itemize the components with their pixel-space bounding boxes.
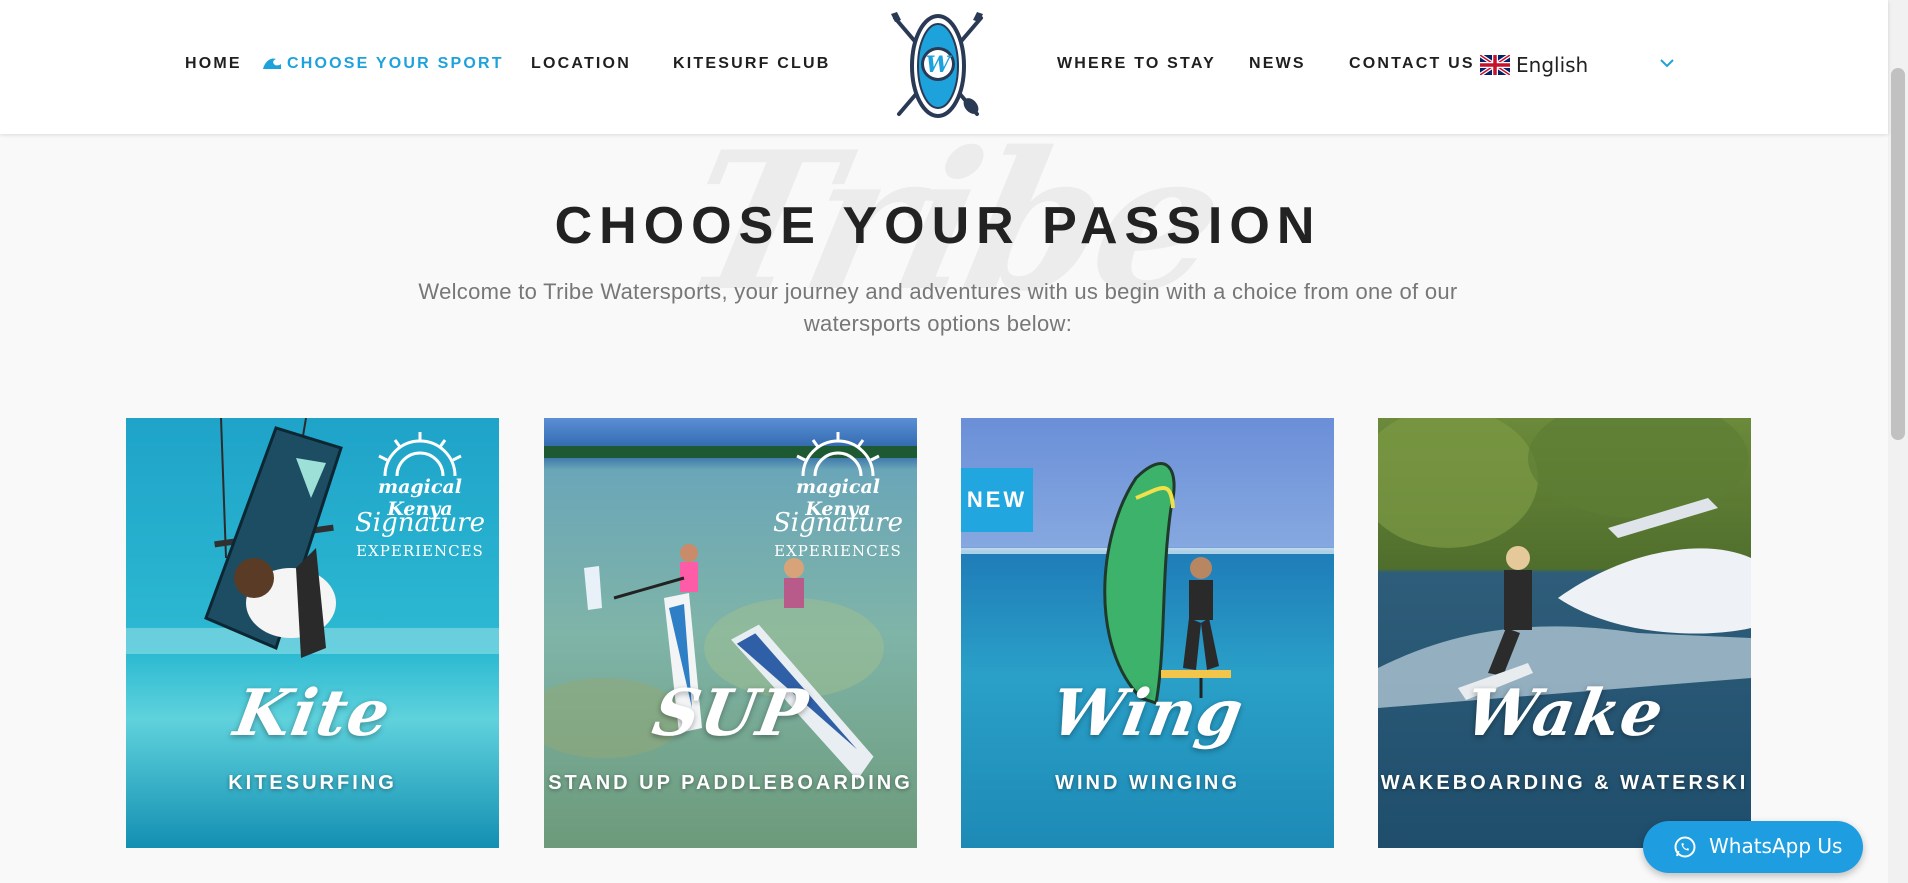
svg-text:W: W — [926, 52, 953, 78]
page-title: CHOOSE YOUR PASSION — [554, 197, 1322, 255]
uk-flag-icon — [1480, 55, 1510, 75]
magical-kenya-logo: magical Kenya Signature EXPERIENCES — [355, 426, 485, 566]
nav-contact-us[interactable]: CONTACT US — [1349, 55, 1475, 73]
card-script-title: Wake — [1459, 676, 1670, 751]
card-script-title: SUP — [647, 676, 814, 751]
whatsapp-label: WhatsApp Us — [1709, 834, 1843, 858]
sport-card-sup[interactable]: magical Kenya Signature EXPERIENCES SUP … — [544, 418, 917, 848]
nav-choose-your-sport[interactable]: CHOOSE YOUR SPORT — [287, 55, 504, 73]
sport-card-wing[interactable]: NEW Wing WIND WINGING — [961, 418, 1334, 848]
sun-icon — [796, 432, 880, 477]
language-selector[interactable]: English — [1480, 52, 1680, 78]
chevron-down-icon[interactable] — [1660, 58, 1674, 68]
site-header: HOME CHOOSE YOUR SPORT LOCATION KITESURF… — [0, 0, 1888, 134]
tribe-logo[interactable]: W — [885, 10, 991, 120]
card-label: KITESURFING — [228, 772, 397, 794]
magical-kenya-logo: magical Kenya Signature EXPERIENCES — [773, 426, 903, 566]
wave-icon — [263, 58, 281, 69]
new-badge: NEW — [961, 468, 1033, 532]
sun-icon — [378, 432, 462, 477]
nav-news[interactable]: NEWS — [1249, 55, 1306, 73]
sport-card-wake[interactable]: Wake WAKEBOARDING & WATERSKI — [1378, 418, 1751, 848]
card-script-title: Kite — [228, 676, 397, 751]
scrollbar-thumb[interactable] — [1891, 68, 1905, 440]
language-label: English — [1516, 53, 1589, 77]
whatsapp-button[interactable]: WhatsApp Us — [1643, 821, 1863, 873]
nav-home[interactable]: HOME — [185, 55, 242, 73]
nav-kitesurf-club[interactable]: KITESURF CLUB — [673, 55, 830, 73]
card-label: WAKEBOARDING & WATERSKI — [1380, 772, 1749, 794]
card-label: STAND UP PADDLEBOARDING — [548, 772, 913, 794]
intro-text: Welcome to Tribe Watersports, your journ… — [418, 279, 1458, 336]
card-script-title: Wing — [1045, 676, 1250, 751]
nav-where-to-stay[interactable]: WHERE TO STAY — [1057, 55, 1216, 73]
nav-location[interactable]: LOCATION — [531, 55, 631, 73]
whatsapp-icon — [1674, 836, 1696, 858]
sport-card-kite[interactable]: magical Kenya Signature EXPERIENCES Kite… — [126, 418, 499, 848]
card-label: WIND WINGING — [1055, 772, 1240, 794]
